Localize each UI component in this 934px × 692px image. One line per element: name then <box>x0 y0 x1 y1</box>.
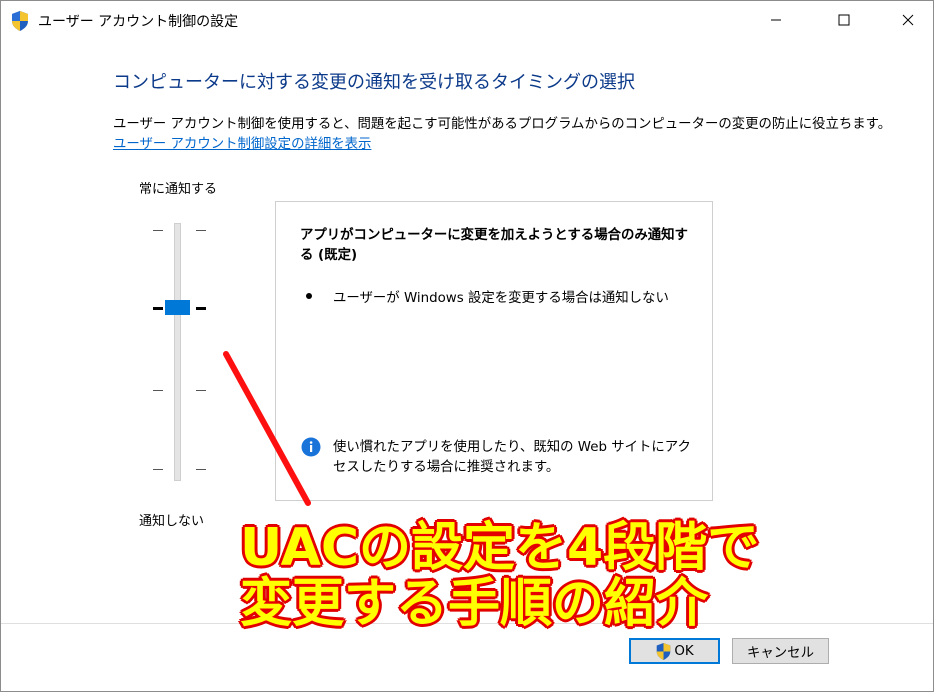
page-description: ユーザー アカウント制御を使用すると、問題を起こす可能性があるプログラムからのコ… <box>113 117 892 132</box>
cancel-button-label: キャンセル <box>747 646 814 661</box>
uac-details-link[interactable]: ユーザー アカウント制御設定の詳細を表示 <box>113 132 371 152</box>
slider-tick <box>196 307 206 310</box>
maximize-icon <box>838 14 850 26</box>
ok-button[interactable]: OK <box>629 638 720 664</box>
slider-tick <box>196 230 206 231</box>
close-button[interactable] <box>885 1 931 39</box>
page-heading: コンピューターに対する変更の通知を受け取るタイミングの選択 <box>113 72 635 93</box>
uac-shield-icon <box>657 642 671 660</box>
ok-button-label: OK <box>674 643 694 659</box>
slider-tick <box>153 390 163 391</box>
window-title: ユーザー アカウント制御の設定 <box>38 14 239 30</box>
minimize-icon <box>771 19 781 21</box>
level-title: アプリがコンピューターに変更を加えようとする場合のみ通知する (既定) <box>300 228 688 263</box>
close-icon <box>902 14 914 26</box>
bullet-icon <box>306 293 312 299</box>
maximize-button[interactable] <box>821 1 867 39</box>
title-bar: ユーザー アカウント制御の設定 <box>1 1 933 39</box>
cancel-button[interactable]: キャンセル <box>732 638 829 664</box>
notification-level-slider[interactable] <box>141 219 231 481</box>
level-bullet-text: ユーザーが Windows 設定を変更する場合は通知しない <box>333 291 669 306</box>
slider-thumb[interactable] <box>165 300 190 315</box>
recommendation-text: 使い慣れたアプリを使用したり、既知の Web サイトにアクセスしたりする場合に推… <box>333 440 691 475</box>
info-icon <box>301 437 321 457</box>
slider-track[interactable] <box>174 223 181 481</box>
slider-tick <box>196 390 206 391</box>
uac-shield-icon <box>12 11 28 31</box>
slider-tick <box>153 230 163 231</box>
overlay-caption: UACの設定を4段階で 変更する手順の紹介 <box>240 520 759 632</box>
slider-tick <box>153 469 163 470</box>
slider-tick <box>196 469 206 470</box>
slider-tick <box>153 307 163 310</box>
level-description-panel: アプリがコンピューターに変更を加えようとする場合のみ通知する (既定) ユーザー… <box>275 201 713 501</box>
overlay-caption-line2: 変更する手順の紹介 <box>240 574 709 634</box>
slider-bottom-label: 通知しない <box>139 514 205 529</box>
minimize-button[interactable] <box>753 1 799 39</box>
slider-top-label: 常に通知する <box>139 182 218 197</box>
overlay-caption-line1: UACの設定を4段階で <box>240 518 760 578</box>
